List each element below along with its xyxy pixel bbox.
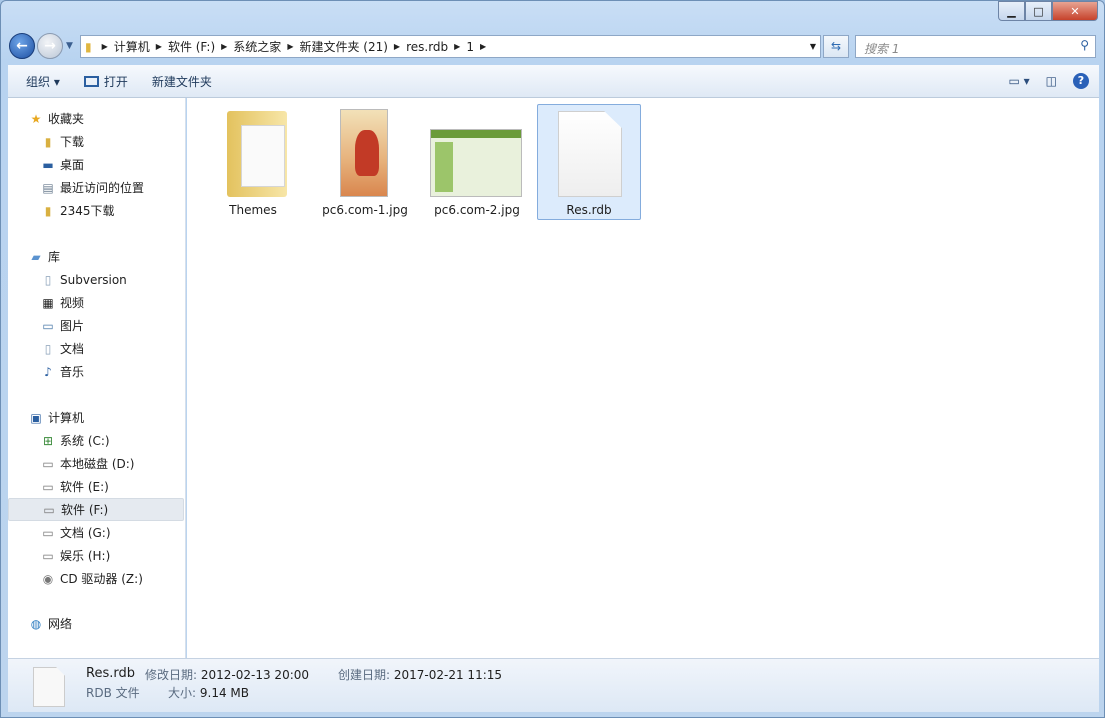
sidebar-item-drive-g[interactable]: ▭ 文档 (G:) [8, 521, 184, 544]
close-button[interactable]: ✕ [1052, 1, 1098, 21]
detail-type: RDB 文件 [86, 686, 140, 700]
address-dropdown[interactable]: ▼ [810, 42, 816, 51]
sidebar-computer[interactable]: ▣ 计算机 [8, 406, 184, 429]
folder-icon: ▮ [44, 203, 52, 218]
details-pane: Res.rdb RDB 文件 修改日期: 2012-02-13 20:00 大小… [8, 658, 1099, 712]
sidebar-item-pictures[interactable]: ▭ 图片 [8, 314, 184, 337]
chevron-right-icon[interactable]: ▶ [480, 42, 486, 51]
sidebar-item-drive-d[interactable]: ▭ 本地磁盘 (D:) [8, 452, 184, 475]
file-list: Themes pc6.com-1.jpg pc6.com-2.jpg Res.r… [187, 98, 1099, 658]
cd-drive-icon: ◉ [42, 571, 54, 586]
detail-name: Res.rdb [86, 666, 135, 681]
toolbar: 组织 ▾ 打开 新建文件夹 ▭ ▾ ◫ ? [8, 65, 1099, 98]
sidebar-item-drive-h[interactable]: ▭ 娱乐 (H:) [8, 544, 184, 567]
refresh-button[interactable]: ⇆ [823, 35, 849, 58]
drive-icon: ▭ [42, 525, 54, 540]
size-label: 大小: [168, 686, 197, 700]
breadcrumb-drive-f[interactable]: 软件 (F:) [168, 38, 215, 55]
document-icon: ▯ [44, 341, 52, 356]
explorer-window: ▁ □ ✕ ← → ▼ ▮ ▶ 计算机 ▶ 软件 (F:) ▶ 系统之家 ▶ 新建文件… [0, 0, 1105, 718]
recent-places-icon: ▤ [42, 180, 54, 195]
help-icon[interactable]: ? [1073, 73, 1089, 89]
file-item-themes[interactable]: Themes [201, 105, 305, 221]
chevron-right-icon[interactable]: ▶ [287, 42, 293, 51]
preview-pane-icon[interactable]: ◫ [1046, 74, 1057, 88]
generic-file-icon [558, 111, 622, 197]
music-icon: ♪ [44, 364, 52, 379]
chevron-right-icon[interactable]: ▶ [394, 42, 400, 51]
picture-icon: ▭ [42, 318, 54, 333]
drive-icon: ▭ [42, 456, 54, 471]
system-drive-icon: ⊞ [42, 433, 54, 448]
file-item-res-rdb[interactable]: Res.rdb [537, 104, 641, 220]
sidebar-item-music[interactable]: ♪ 音乐 [8, 360, 184, 383]
sidebar-item-2345[interactable]: ▮ 2345下载 [8, 199, 184, 222]
address-bar[interactable]: ▮ ▶ 计算机 ▶ 软件 (F:) ▶ 系统之家 ▶ 新建文件夹 (21) ▶ res.… [80, 35, 821, 58]
navigation-pane: ★ 收藏夹 ▮ 下载 ▬ 桌面 ▤ 最近访问的位置 ▮ 2345下载 ▰ 库 ▯ Subver… [8, 98, 186, 658]
maximize-button[interactable]: □ [1025, 1, 1052, 21]
minimize-button[interactable]: ▁ [998, 1, 1025, 21]
window-icon [83, 75, 99, 87]
sidebar-network[interactable]: ◍ 网络 [8, 612, 184, 635]
sidebar-item-desktop[interactable]: ▬ 桌面 [8, 153, 184, 176]
organize-button[interactable]: 组织 ▾ [8, 73, 72, 90]
chevron-right-icon[interactable]: ▶ [454, 42, 460, 51]
drive-icon: ▭ [43, 502, 55, 517]
sidebar-item-documents[interactable]: ▯ 文档 [8, 337, 184, 360]
sidebar-favorites[interactable]: ★ 收藏夹 [8, 107, 184, 130]
recent-pages-dropdown[interactable]: ▼ [66, 41, 73, 51]
film-icon: ▦ [42, 295, 54, 310]
drive-icon: ▭ [42, 548, 54, 563]
size-value: 9.14 MB [199, 686, 249, 700]
created-value: 2017-02-21 11:15 [393, 668, 503, 682]
breadcrumb-computer[interactable]: 计算机 [114, 38, 150, 55]
star-icon: ★ [30, 111, 42, 126]
computer-icon: ▣ [30, 410, 42, 425]
generic-file-icon [33, 667, 65, 707]
document-icon: ▯ [44, 272, 52, 287]
file-name: pc6.com-2.jpg [434, 203, 520, 217]
modified-value: 2012-02-13 20:00 [200, 668, 310, 682]
downloads-folder-icon: ▮ [44, 134, 52, 149]
open-button[interactable]: 打开 [72, 73, 140, 90]
modified-label: 修改日期: [145, 668, 198, 682]
search-input[interactable]: 搜索 1 ⚲ [855, 35, 1096, 58]
chevron-right-icon[interactable]: ▶ [102, 42, 108, 51]
forward-button[interactable]: → [37, 33, 63, 59]
breadcrumb-1[interactable]: 1 [466, 40, 474, 54]
chevron-right-icon[interactable]: ▶ [221, 42, 227, 51]
file-name: Themes [229, 203, 277, 217]
file-name: pc6.com-1.jpg [322, 203, 408, 217]
sidebar-item-videos[interactable]: ▦ 视频 [8, 291, 184, 314]
sidebar-item-subversion[interactable]: ▯ Subversion [8, 268, 184, 291]
sidebar-item-drive-f[interactable]: ▭ 软件 (F:) [8, 498, 184, 521]
view-options-icon[interactable]: ▭ ▾ [1008, 74, 1029, 88]
new-folder-button[interactable]: 新建文件夹 [140, 73, 224, 90]
library-icon: ▰ [31, 249, 41, 264]
file-name: Res.rdb [566, 203, 612, 217]
desktop-icon: ▬ [42, 157, 54, 172]
folder-icon [227, 111, 287, 197]
sidebar-item-drive-z[interactable]: ◉ CD 驱动器 (Z:) [8, 567, 184, 590]
sidebar-item-drive-e[interactable]: ▭ 软件 (E:) [8, 475, 184, 498]
image-thumbnail-icon [340, 109, 388, 197]
sidebar-item-recent[interactable]: ▤ 最近访问的位置 [8, 176, 184, 199]
drive-icon: ▭ [42, 479, 54, 494]
folder-icon: ▮ [85, 39, 92, 54]
back-button[interactable]: ← [9, 33, 35, 59]
sidebar-item-drive-c[interactable]: ⊞ 系统 (C:) [8, 429, 184, 452]
file-item-pc6-2[interactable]: pc6.com-2.jpg [425, 105, 529, 221]
breadcrumb-new-folder[interactable]: 新建文件夹 (21) [299, 38, 387, 55]
file-item-pc6-1[interactable]: pc6.com-1.jpg [313, 105, 417, 221]
image-thumbnail-icon [430, 129, 522, 197]
chevron-right-icon[interactable]: ▶ [156, 42, 162, 51]
breadcrumb-res-rdb[interactable]: res.rdb [406, 40, 448, 54]
sidebar-item-downloads[interactable]: ▮ 下载 [8, 130, 184, 153]
sidebar-libraries[interactable]: ▰ 库 [8, 245, 184, 268]
network-icon: ◍ [30, 616, 42, 631]
created-label: 创建日期: [338, 668, 391, 682]
breadcrumb-xitong[interactable]: 系统之家 [233, 38, 281, 55]
search-icon[interactable]: ⚲ [1080, 38, 1089, 52]
